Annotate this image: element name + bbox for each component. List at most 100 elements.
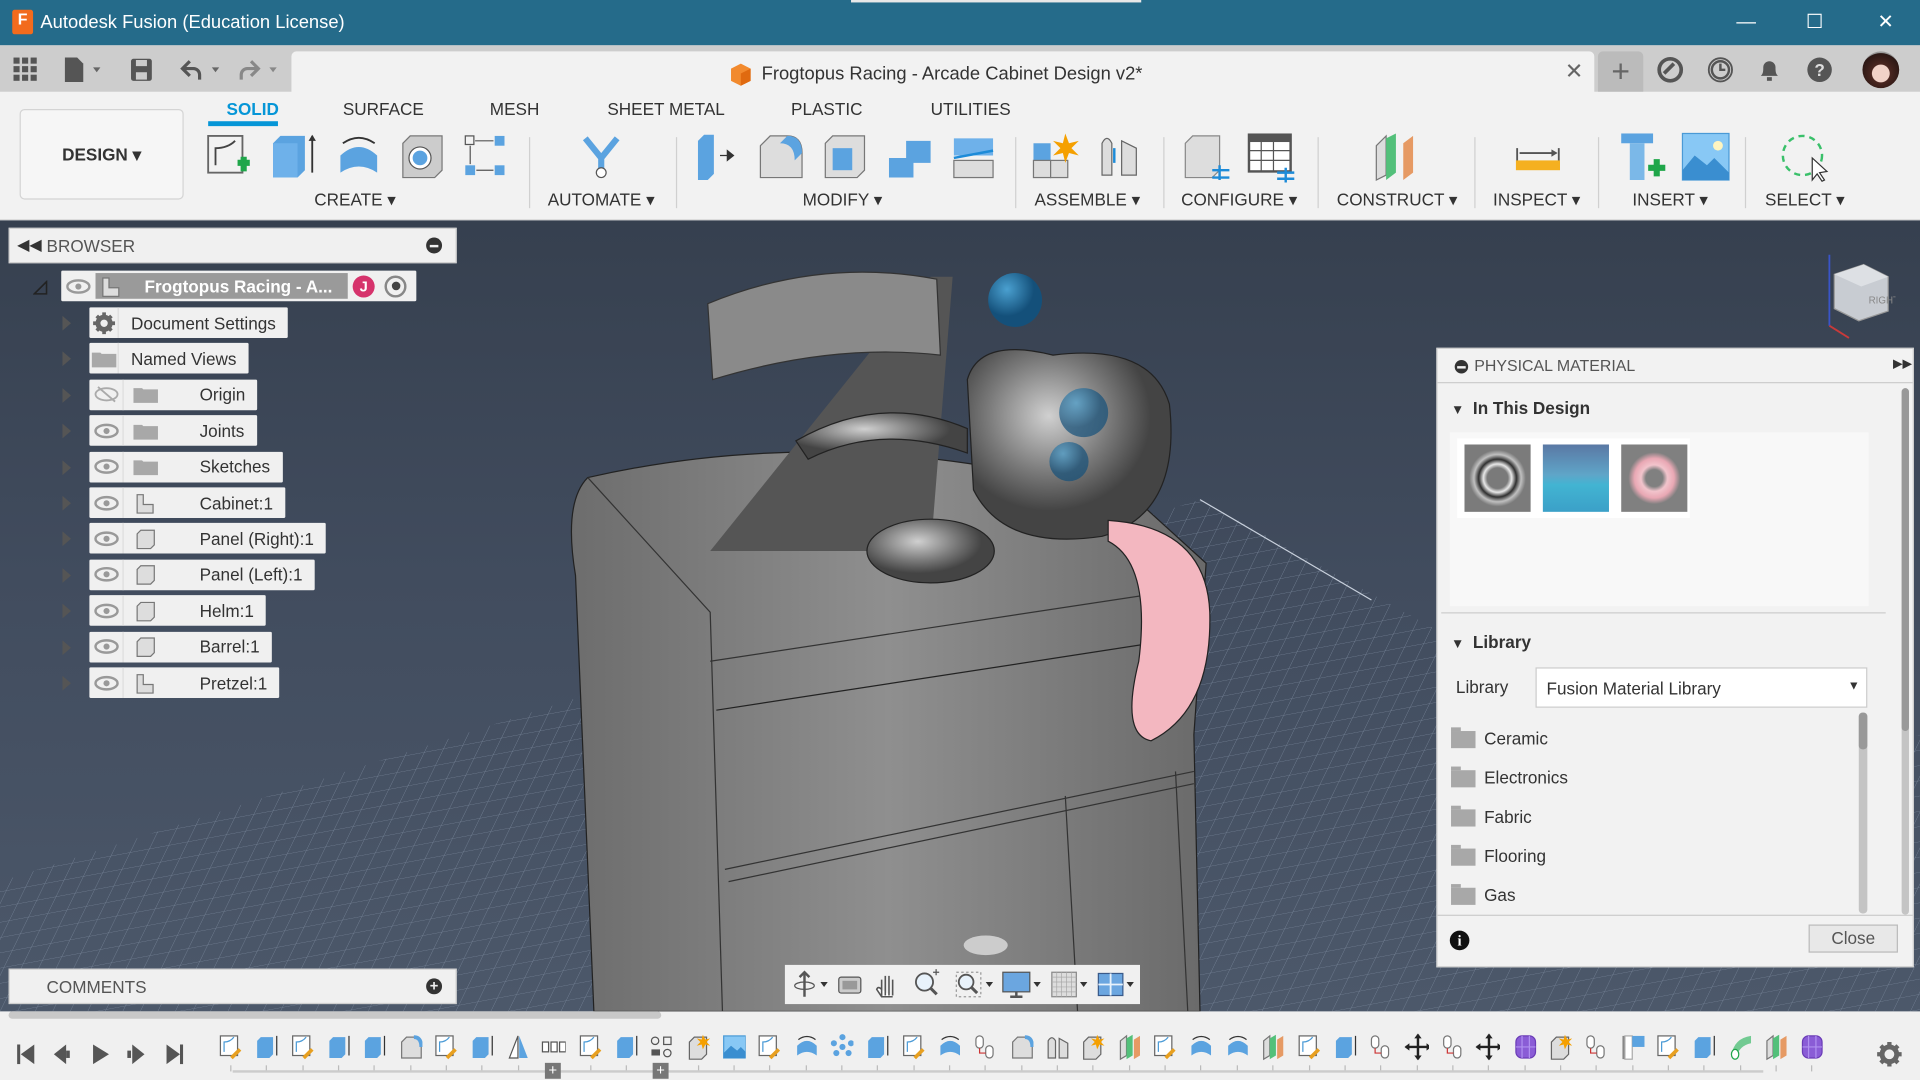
comments-panel-header[interactable]: COMMENTS +: [8, 968, 457, 1005]
timeline-feature-points-icon[interactable]: [829, 1033, 854, 1060]
timeline-feature-move-icon[interactable]: [1403, 1033, 1429, 1061]
timeline-feature-canvas-icon[interactable]: [721, 1033, 746, 1060]
browser-item[interactable]: Cabinet:1: [89, 487, 286, 518]
automate-menu[interactable]: AUTOMATE ▾: [548, 190, 655, 211]
assemble-menu[interactable]: ASSEMBLE ▾: [1034, 190, 1140, 211]
look-at-icon[interactable]: [838, 976, 862, 994]
insert-canvas-icon[interactable]: [1680, 131, 1731, 182]
orbit-icon[interactable]: [794, 970, 828, 997]
timeline-feature-extrude-icon[interactable]: [1332, 1033, 1356, 1060]
expand-arrow-icon[interactable]: [62, 387, 72, 403]
eye-icon[interactable]: [61, 271, 95, 302]
browser-item[interactable]: Joints: [89, 415, 257, 446]
new-component-icon[interactable]: [1029, 131, 1080, 182]
expand-arrow-icon[interactable]: [62, 351, 72, 367]
document-tab[interactable]: Frogtopus Racing - Arcade Cabinet Design…: [291, 51, 1595, 94]
info-icon[interactable]: i: [1449, 930, 1470, 951]
material-category-item[interactable]: Flooring: [1451, 845, 1546, 867]
browser-pin-icon[interactable]: [426, 237, 443, 254]
material-swatch-pink[interactable]: [1621, 444, 1688, 512]
expand-arrow-icon[interactable]: [62, 567, 72, 583]
press-pull-icon[interactable]: [691, 131, 742, 182]
material-swatch-chrome[interactable]: [1464, 444, 1531, 512]
library-section-toggle[interactable]: ▼ Library: [1451, 632, 1531, 652]
timeline-feature-sketch-icon[interactable]: [290, 1033, 314, 1060]
timeline-feature-sketch-icon[interactable]: [1152, 1033, 1176, 1060]
eye-icon[interactable]: [89, 667, 124, 698]
revolve-icon[interactable]: [333, 131, 384, 182]
library-dropdown[interactable]: Fusion Material Library ▼: [1535, 667, 1868, 708]
eye-icon[interactable]: [89, 487, 124, 518]
timeline-feature-shell-icon[interactable]: [1548, 1033, 1573, 1060]
timeline-feature-joint-icon[interactable]: [1440, 1033, 1464, 1060]
timeline-feature-revolve-icon[interactable]: [793, 1033, 817, 1060]
joint-icon[interactable]: [1095, 131, 1146, 182]
timeline-feature-extrude-icon[interactable]: [865, 1033, 889, 1060]
minimize-button[interactable]: —: [1722, 7, 1771, 39]
apps-grid-icon[interactable]: [13, 57, 37, 82]
material-swatch-blue[interactable]: [1542, 444, 1609, 512]
redo-icon[interactable]: [238, 56, 282, 83]
expand-arrow-icon[interactable]: [62, 423, 72, 439]
extensions-icon[interactable]: [1657, 56, 1684, 83]
pan-icon[interactable]: [875, 975, 894, 998]
construct-plane-icon[interactable]: [1371, 131, 1422, 182]
tab-surface[interactable]: SURFACE: [343, 99, 424, 119]
timeline-feature-extrude-icon[interactable]: [362, 1033, 386, 1060]
browser-item[interactable]: Named Views: [89, 343, 249, 374]
tab-utilities[interactable]: UTILITIES: [931, 99, 1011, 119]
shell-icon[interactable]: [820, 131, 871, 182]
pattern-icon[interactable]: [460, 131, 511, 182]
material-category-item[interactable]: Electronics: [1451, 766, 1568, 788]
job-status-icon[interactable]: [1707, 56, 1734, 83]
create-sketch-icon[interactable]: [203, 131, 254, 182]
display-settings-icon[interactable]: [1002, 971, 1041, 998]
save-icon[interactable]: [130, 58, 154, 82]
timeline-feature-extrude-icon[interactable]: [613, 1033, 638, 1060]
timeline-feature-extrude-icon[interactable]: [254, 1033, 278, 1060]
browser-item[interactable]: Pretzel:1: [89, 667, 280, 698]
create-menu[interactable]: CREATE ▾: [314, 190, 396, 211]
expand-arrow-icon[interactable]: [62, 603, 72, 619]
category-scrollbar[interactable]: [1858, 712, 1868, 914]
collapse-panel-icon[interactable]: [1454, 360, 1469, 374]
measure-icon[interactable]: [1512, 131, 1563, 182]
material-category-item[interactable]: Gas: [1451, 884, 1516, 906]
insert-menu[interactable]: INSERT ▾: [1632, 190, 1708, 211]
panel-scrollbar[interactable]: [1901, 388, 1909, 915]
browser-item[interactable]: Sketches: [89, 451, 283, 482]
timeline-feature-sweep-icon[interactable]: [1727, 1033, 1751, 1060]
timeline-settings-gear-icon[interactable]: [1876, 1041, 1903, 1068]
inspect-menu[interactable]: INSPECT ▾: [1493, 190, 1580, 211]
activate-radio[interactable]: [384, 274, 407, 297]
timeline-group-marker[interactable]: +: [652, 1062, 669, 1079]
material-category-item[interactable]: Ceramic: [1451, 727, 1548, 749]
browser-panel-header[interactable]: ◀◀ BROWSER: [8, 227, 457, 264]
material-category-item[interactable]: Fabric: [1451, 806, 1532, 827]
browser-item[interactable]: Panel (Left):1: [89, 559, 315, 590]
timeline-feature-rigid-icon[interactable]: [1045, 1033, 1069, 1060]
eye-icon[interactable]: [89, 559, 124, 590]
eye-icon[interactable]: [89, 595, 124, 626]
timeline-feature-mirror-icon[interactable]: [505, 1033, 529, 1060]
close-tab-button[interactable]: ✕: [1565, 59, 1583, 85]
close-button[interactable]: Close: [1808, 924, 1898, 953]
offset-face-icon[interactable]: [949, 131, 1000, 182]
timeline-feature-shell-icon[interactable]: [1080, 1033, 1105, 1060]
tab-sheet-metal[interactable]: SHEET METAL: [607, 99, 724, 119]
workspace-switcher[interactable]: DESIGN ▾: [19, 108, 184, 200]
eye-icon[interactable]: [89, 523, 124, 554]
expand-panel-icon[interactable]: ▶▶: [1893, 358, 1912, 371]
timeline-feature-sketch-icon[interactable]: [577, 1033, 601, 1060]
timeline-feature-fillet-icon[interactable]: [398, 1033, 423, 1060]
extrude-icon[interactable]: [268, 131, 319, 182]
browser-item[interactable]: Document Settings: [89, 307, 289, 338]
timeline-feature-shell-icon[interactable]: [685, 1033, 710, 1060]
select-menu[interactable]: SELECT ▾: [1765, 190, 1845, 211]
help-icon[interactable]: ?: [1806, 56, 1833, 83]
timeline-feature-extrude-icon[interactable]: [470, 1033, 494, 1060]
construct-menu[interactable]: CONSTRUCT ▾: [1337, 190, 1458, 211]
browser-item[interactable]: Panel (Right):1: [89, 523, 327, 554]
timeline-feature-move-icon[interactable]: [1475, 1033, 1501, 1061]
file-icon[interactable]: [64, 56, 106, 83]
